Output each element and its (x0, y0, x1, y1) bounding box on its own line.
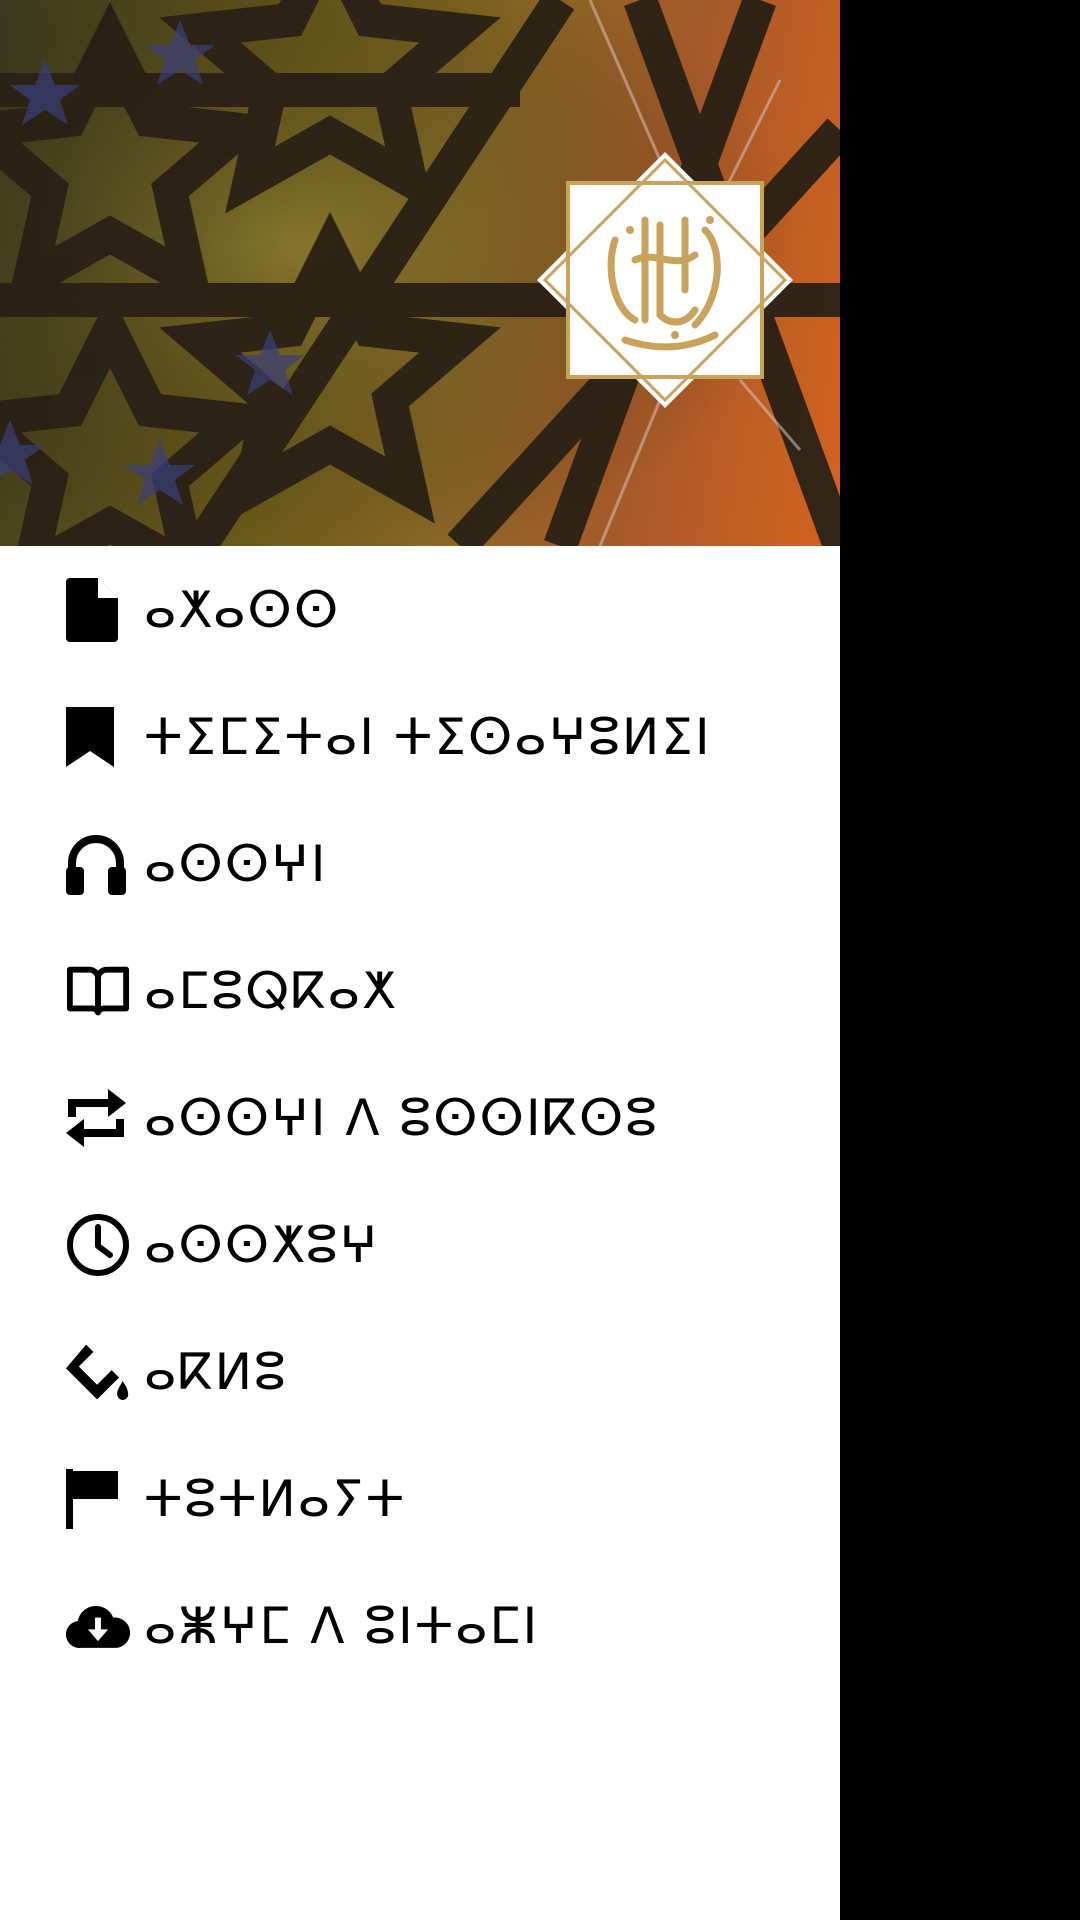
menu-item-theme[interactable]: ⴰⴽⵍⵓ (0, 1308, 840, 1435)
drawer-menu: ⴰⵅⴰⵙⵙ ⵜⵉⵎⵉⵜⴰⵏ ⵜⵉⵙⴰⵖⵓⵍⵉⵏ ⴰⵙⵙⵖⵏ ⴰⵎⵓⵕⴽⴰⵅ ⴰⵙ… (0, 546, 840, 1689)
menu-item-bookmarks[interactable]: ⵜⵉⵎⵉⵜⴰⵏ ⵜⵉⵙⴰⵖⵓⵍⵉⵏ (0, 673, 840, 800)
headphones-icon (66, 832, 130, 896)
clock-icon (66, 1213, 130, 1277)
menu-item-history[interactable]: ⴰⵙⵙⵅⵓⵖ (0, 1181, 840, 1308)
menu-item-label: ⴰⵅⴰⵙⵙ (144, 580, 341, 639)
cloud-download-icon (66, 1594, 130, 1658)
menu-item-label: ⴰⵙⵙⵖⵏ (144, 834, 328, 893)
menu-item-label: ⵜⵓⵜⵍⴰⵢⵜ (144, 1469, 407, 1528)
menu-item-download[interactable]: ⴰⵥⵖⵎ ⴷ ⵓⵏⵜⴰⵎⵏ (0, 1562, 840, 1689)
bookmark-icon (66, 705, 130, 769)
menu-item-label: ⴰⵙⵙⵖⵏ ⴷ ⵓⵙⵙⵏⴽⵙⵓ (144, 1088, 659, 1147)
menu-item-label: ⴰⵎⵓⵕⴽⴰⵅ (144, 961, 397, 1020)
screen: ⴰⵅⴰⵙⵙ ⵜⵉⵎⵉⵜⴰⵏ ⵜⵉⵙⴰⵖⵓⵍⵉⵏ ⴰⵙⵙⵖⵏ ⴰⵎⵓⵕⴽⴰⵅ ⴰⵙ… (0, 0, 1080, 1920)
drawer-header (0, 0, 840, 546)
paint-bucket-icon (66, 1340, 130, 1404)
repeat-icon (66, 1086, 130, 1150)
menu-item-index[interactable]: ⴰⵅⴰⵙⵙ (0, 546, 840, 673)
menu-item-listen[interactable]: ⴰⵙⵙⵖⵏ (0, 800, 840, 927)
file-icon (66, 577, 130, 642)
flag-icon (66, 1467, 130, 1531)
quran-calligraphy-logo (537, 152, 793, 408)
book-open-icon (66, 959, 130, 1023)
menu-item-label: ⴰⵥⵖⵎ ⴷ ⵓⵏⵜⴰⵎⵏ (144, 1596, 540, 1655)
navigation-drawer: ⴰⵅⴰⵙⵙ ⵜⵉⵎⵉⵜⴰⵏ ⵜⵉⵙⴰⵖⵓⵍⵉⵏ ⴰⵙⵙⵖⵏ ⴰⵎⵓⵕⴽⴰⵅ ⴰⵙ… (0, 0, 840, 1920)
menu-item-language[interactable]: ⵜⵓⵜⵍⴰⵢⵜ (0, 1435, 840, 1562)
menu-item-repeat[interactable]: ⴰⵙⵙⵖⵏ ⴷ ⵓⵙⵙⵏⴽⵙⵓ (0, 1054, 840, 1181)
menu-item-label: ⴰⴽⵍⵓ (144, 1342, 288, 1401)
menu-item-label: ⴰⵙⵙⵅⵓⵖ (144, 1215, 380, 1274)
menu-item-label: ⵜⵉⵎⵉⵜⴰⵏ ⵜⵉⵙⴰⵖⵓⵍⵉⵏ (144, 707, 712, 766)
menu-item-read[interactable]: ⴰⵎⵓⵕⴽⴰⵅ (0, 927, 840, 1054)
